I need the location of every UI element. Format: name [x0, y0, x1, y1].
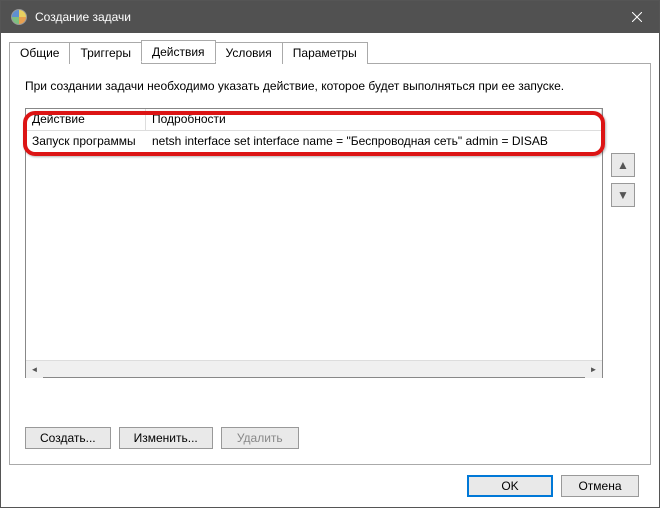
dialog-window: Создание задачи Общие Триггеры Действия …: [0, 0, 660, 508]
ok-button[interactable]: OK: [467, 475, 553, 497]
table-row[interactable]: Запуск программы netsh interface set int…: [26, 131, 602, 151]
delete-button[interactable]: Удалить: [221, 427, 299, 449]
h-scrollbar[interactable]: ◄ ►: [26, 360, 602, 377]
window-title: Создание задачи: [35, 10, 131, 24]
table-body: Запуск программы netsh interface set int…: [26, 131, 602, 360]
create-button[interactable]: Создать...: [25, 427, 111, 449]
column-details[interactable]: Подробности: [146, 109, 602, 130]
reorder-buttons: ▲ ▼: [611, 108, 635, 417]
app-icon: [11, 9, 27, 25]
cell-action: Запуск программы: [26, 132, 146, 150]
dialog-buttons: OK Отмена: [9, 465, 651, 507]
arrow-up-icon: ▲: [617, 158, 629, 172]
tab-general[interactable]: Общие: [9, 42, 70, 64]
tab-bar: Общие Триггеры Действия Условия Параметр…: [9, 41, 651, 64]
tab-triggers[interactable]: Триггеры: [69, 42, 142, 64]
table-area: Действие Подробности Запуск программы ne…: [25, 108, 635, 417]
arrow-down-icon: ▼: [617, 188, 629, 202]
tab-conditions[interactable]: Условия: [215, 42, 283, 64]
scroll-right-icon[interactable]: ►: [585, 361, 602, 378]
actions-panel: При создании задачи необходимо указать д…: [9, 64, 651, 465]
actions-table[interactable]: Действие Подробности Запуск программы ne…: [25, 108, 603, 378]
content-area: Общие Триггеры Действия Условия Параметр…: [1, 33, 659, 507]
scroll-left-icon[interactable]: ◄: [26, 361, 43, 378]
table-header: Действие Подробности: [26, 109, 602, 131]
column-action[interactable]: Действие: [26, 109, 146, 130]
cancel-button[interactable]: Отмена: [561, 475, 639, 497]
action-buttons: Создать... Изменить... Удалить: [25, 427, 635, 449]
panel-description: При создании задачи необходимо указать д…: [25, 79, 635, 93]
titlebar: Создание задачи: [1, 1, 659, 33]
tab-actions[interactable]: Действия: [141, 40, 216, 62]
close-button[interactable]: [614, 1, 659, 33]
move-down-button[interactable]: ▼: [611, 183, 635, 207]
close-icon: [632, 12, 642, 22]
move-up-button[interactable]: ▲: [611, 153, 635, 177]
cell-details: netsh interface set interface name = "Бе…: [146, 132, 602, 150]
tab-settings[interactable]: Параметры: [282, 42, 368, 64]
edit-button[interactable]: Изменить...: [119, 427, 213, 449]
